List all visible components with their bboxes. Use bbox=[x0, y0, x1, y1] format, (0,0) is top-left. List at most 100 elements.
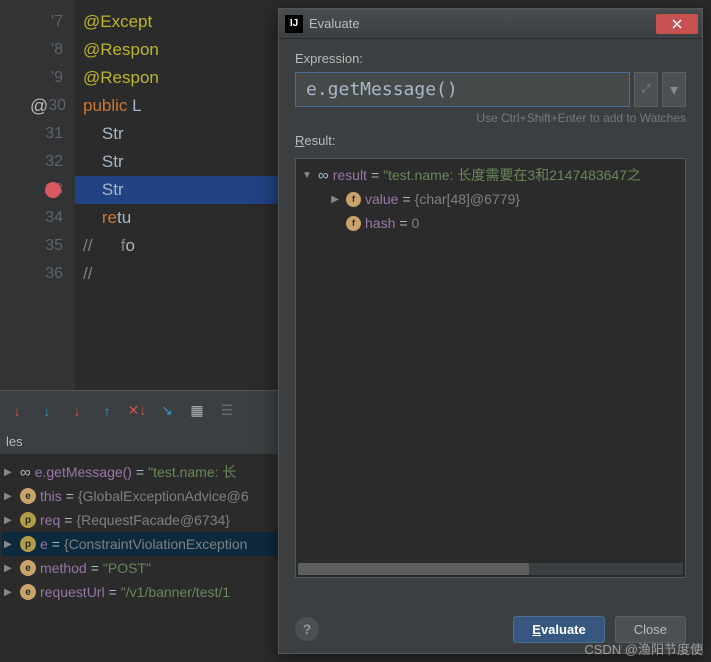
var-value: "/v1/banner/test/1 bbox=[121, 584, 230, 600]
step-icon[interactable]: ↓ bbox=[36, 400, 58, 422]
chevron-right-icon[interactable]: ▶ bbox=[328, 194, 342, 205]
run-to-cursor-icon[interactable]: ↘ bbox=[156, 400, 178, 422]
var-name: e.getMessage() bbox=[35, 464, 132, 480]
equals: = bbox=[402, 191, 410, 207]
result-child-row[interactable]: ▶ f value = {char[48]@6779} bbox=[300, 187, 681, 211]
chevron-right-icon[interactable]: ▶ bbox=[4, 467, 16, 478]
chevron-right-icon[interactable]: ▶ bbox=[4, 515, 16, 526]
app-icon: IJ bbox=[285, 15, 303, 33]
dropdown-icon[interactable]: ▾ bbox=[662, 72, 686, 107]
code-line[interactable]: @Except bbox=[75, 8, 280, 36]
code-line[interactable]: Str bbox=[75, 120, 280, 148]
code-editor: '7'8'9 @30313233343536 @Except@Respon@Re… bbox=[0, 0, 280, 390]
code-line[interactable]: @Respon bbox=[75, 64, 280, 92]
var-name: requestUrl bbox=[40, 584, 105, 600]
field-icon: p bbox=[20, 512, 36, 528]
hint-text: Use Ctrl+Shift+Enter to add to Watches bbox=[295, 111, 686, 125]
infinity-icon: ∞ bbox=[318, 167, 329, 184]
result-child-row[interactable]: f hash = 0 bbox=[300, 211, 681, 235]
variables-panel: ▶∞e.getMessage() = "test.name: 长▶ethis =… bbox=[0, 454, 280, 662]
var-name: method bbox=[40, 560, 87, 576]
result-root[interactable]: ▼ ∞ result = "test.name: 长度需要在3和21474836… bbox=[300, 163, 681, 187]
step-out-icon[interactable]: ↓ bbox=[6, 400, 28, 422]
expression-input[interactable] bbox=[295, 72, 630, 107]
var-name: e bbox=[40, 536, 48, 552]
expression-label: Expression: bbox=[295, 51, 686, 66]
debug-toolbar: ↓ ↓ ↓ ↑ ✕↓ ↘ ▦ ☰ bbox=[0, 390, 280, 430]
line-number: 33 bbox=[0, 176, 75, 204]
result-tree[interactable]: ▼ ∞ result = "test.name: 长度需要在3和21474836… bbox=[295, 158, 686, 578]
var-value: "POST" bbox=[103, 560, 151, 576]
field-icon: f bbox=[346, 216, 361, 231]
field-name: hash bbox=[365, 215, 395, 231]
expand-icon[interactable]: ⤢ bbox=[634, 72, 658, 107]
code-line[interactable]: // bbox=[75, 260, 280, 288]
var-value: {ConstraintViolationException bbox=[64, 536, 247, 552]
var-value: {RequestFacade@6734} bbox=[76, 512, 230, 528]
step-into-icon[interactable]: ↑ bbox=[96, 400, 118, 422]
drop-frame-icon[interactable]: ✕↓ bbox=[126, 400, 148, 422]
line-number: 34 bbox=[0, 204, 75, 232]
equals: = bbox=[66, 488, 74, 504]
variable-row[interactable]: ▶ preq = {RequestFacade@6734} bbox=[2, 508, 278, 532]
equals: = bbox=[91, 560, 99, 576]
code-line[interactable]: Str bbox=[75, 176, 280, 204]
line-number: '7 bbox=[0, 8, 75, 36]
breakpoint-icon[interactable] bbox=[45, 182, 61, 198]
variable-row[interactable]: ▶ ∞e.getMessage() = "test.name: 长 bbox=[2, 460, 278, 484]
gutter: '7'8'9 @30313233343536 bbox=[0, 0, 75, 390]
dialog-title: Evaluate bbox=[309, 16, 656, 31]
chevron-down-icon[interactable]: ▼ bbox=[300, 170, 314, 181]
result-value: "test.name: 长度需要在3和2147483647之 bbox=[383, 165, 641, 185]
help-button[interactable]: ? bbox=[295, 617, 319, 641]
equals: = bbox=[136, 464, 144, 480]
code-line[interactable]: // fo bbox=[75, 232, 280, 260]
field-icon: f bbox=[346, 192, 361, 207]
tab-label: les bbox=[6, 434, 23, 449]
line-number: '9 bbox=[0, 64, 75, 92]
code-line[interactable]: public L bbox=[75, 92, 280, 120]
close-icon[interactable] bbox=[656, 14, 698, 34]
equals: = bbox=[109, 584, 117, 600]
variable-row[interactable]: ▶emethod = "POST" bbox=[2, 556, 278, 580]
chevron-right-icon[interactable]: ▶ bbox=[4, 563, 16, 574]
var-name: this bbox=[40, 488, 62, 504]
field-icon: e bbox=[20, 584, 36, 600]
horizontal-scrollbar[interactable] bbox=[298, 563, 683, 575]
variable-row[interactable]: ▶ erequestUrl = "/v1/banner/test/1 bbox=[2, 580, 278, 604]
variable-row[interactable]: ▶pe = {ConstraintViolationException bbox=[2, 532, 278, 556]
equals: = bbox=[64, 512, 72, 528]
watch-icon: ∞ bbox=[20, 464, 31, 481]
code-content[interactable]: @Except@Respon@Responpublic L Str Str St… bbox=[75, 0, 280, 390]
evaluate-dialog: IJ Evaluate Expression: ⤢ ▾ Use Ctrl+Shi… bbox=[278, 8, 703, 654]
variables-tab[interactable]: les bbox=[0, 430, 280, 454]
result-name: result bbox=[333, 167, 367, 183]
code-line[interactable]: @Respon bbox=[75, 36, 280, 64]
result-label: Result: bbox=[295, 133, 686, 148]
chevron-right-icon[interactable]: ▶ bbox=[4, 587, 16, 598]
line-number: @30 bbox=[0, 92, 75, 120]
line-number: '8 bbox=[0, 36, 75, 64]
more-icon[interactable]: ☰ bbox=[216, 400, 238, 422]
variable-row[interactable]: ▶ethis = {GlobalExceptionAdvice@6 bbox=[2, 484, 278, 508]
evaluate-icon[interactable]: ▦ bbox=[186, 400, 208, 422]
var-name: req bbox=[40, 512, 60, 528]
step-over-icon[interactable]: ↓ bbox=[66, 400, 88, 422]
field-icon: e bbox=[20, 488, 36, 504]
expression-row: ⤢ ▾ bbox=[295, 72, 686, 107]
scrollbar-thumb[interactable] bbox=[298, 563, 529, 575]
var-value: "test.name: 长 bbox=[148, 462, 236, 482]
equals: = bbox=[371, 167, 379, 183]
field-value: 0 bbox=[412, 215, 420, 231]
chevron-right-icon[interactable]: ▶ bbox=[4, 539, 16, 550]
line-number: 36 bbox=[0, 260, 75, 288]
watermark: CSDN @渔阳节度使 bbox=[584, 639, 703, 658]
field-value: {char[48]@6779} bbox=[415, 191, 520, 207]
chevron-right-icon[interactable]: ▶ bbox=[4, 491, 16, 502]
code-line[interactable]: Str bbox=[75, 148, 280, 176]
dialog-titlebar[interactable]: IJ Evaluate bbox=[279, 9, 702, 39]
dialog-body: Expression: ⤢ ▾ Use Ctrl+Shift+Enter to … bbox=[279, 39, 702, 590]
field-name: value bbox=[365, 191, 398, 207]
field-icon: p bbox=[20, 536, 36, 552]
code-line[interactable]: retu bbox=[75, 204, 280, 232]
